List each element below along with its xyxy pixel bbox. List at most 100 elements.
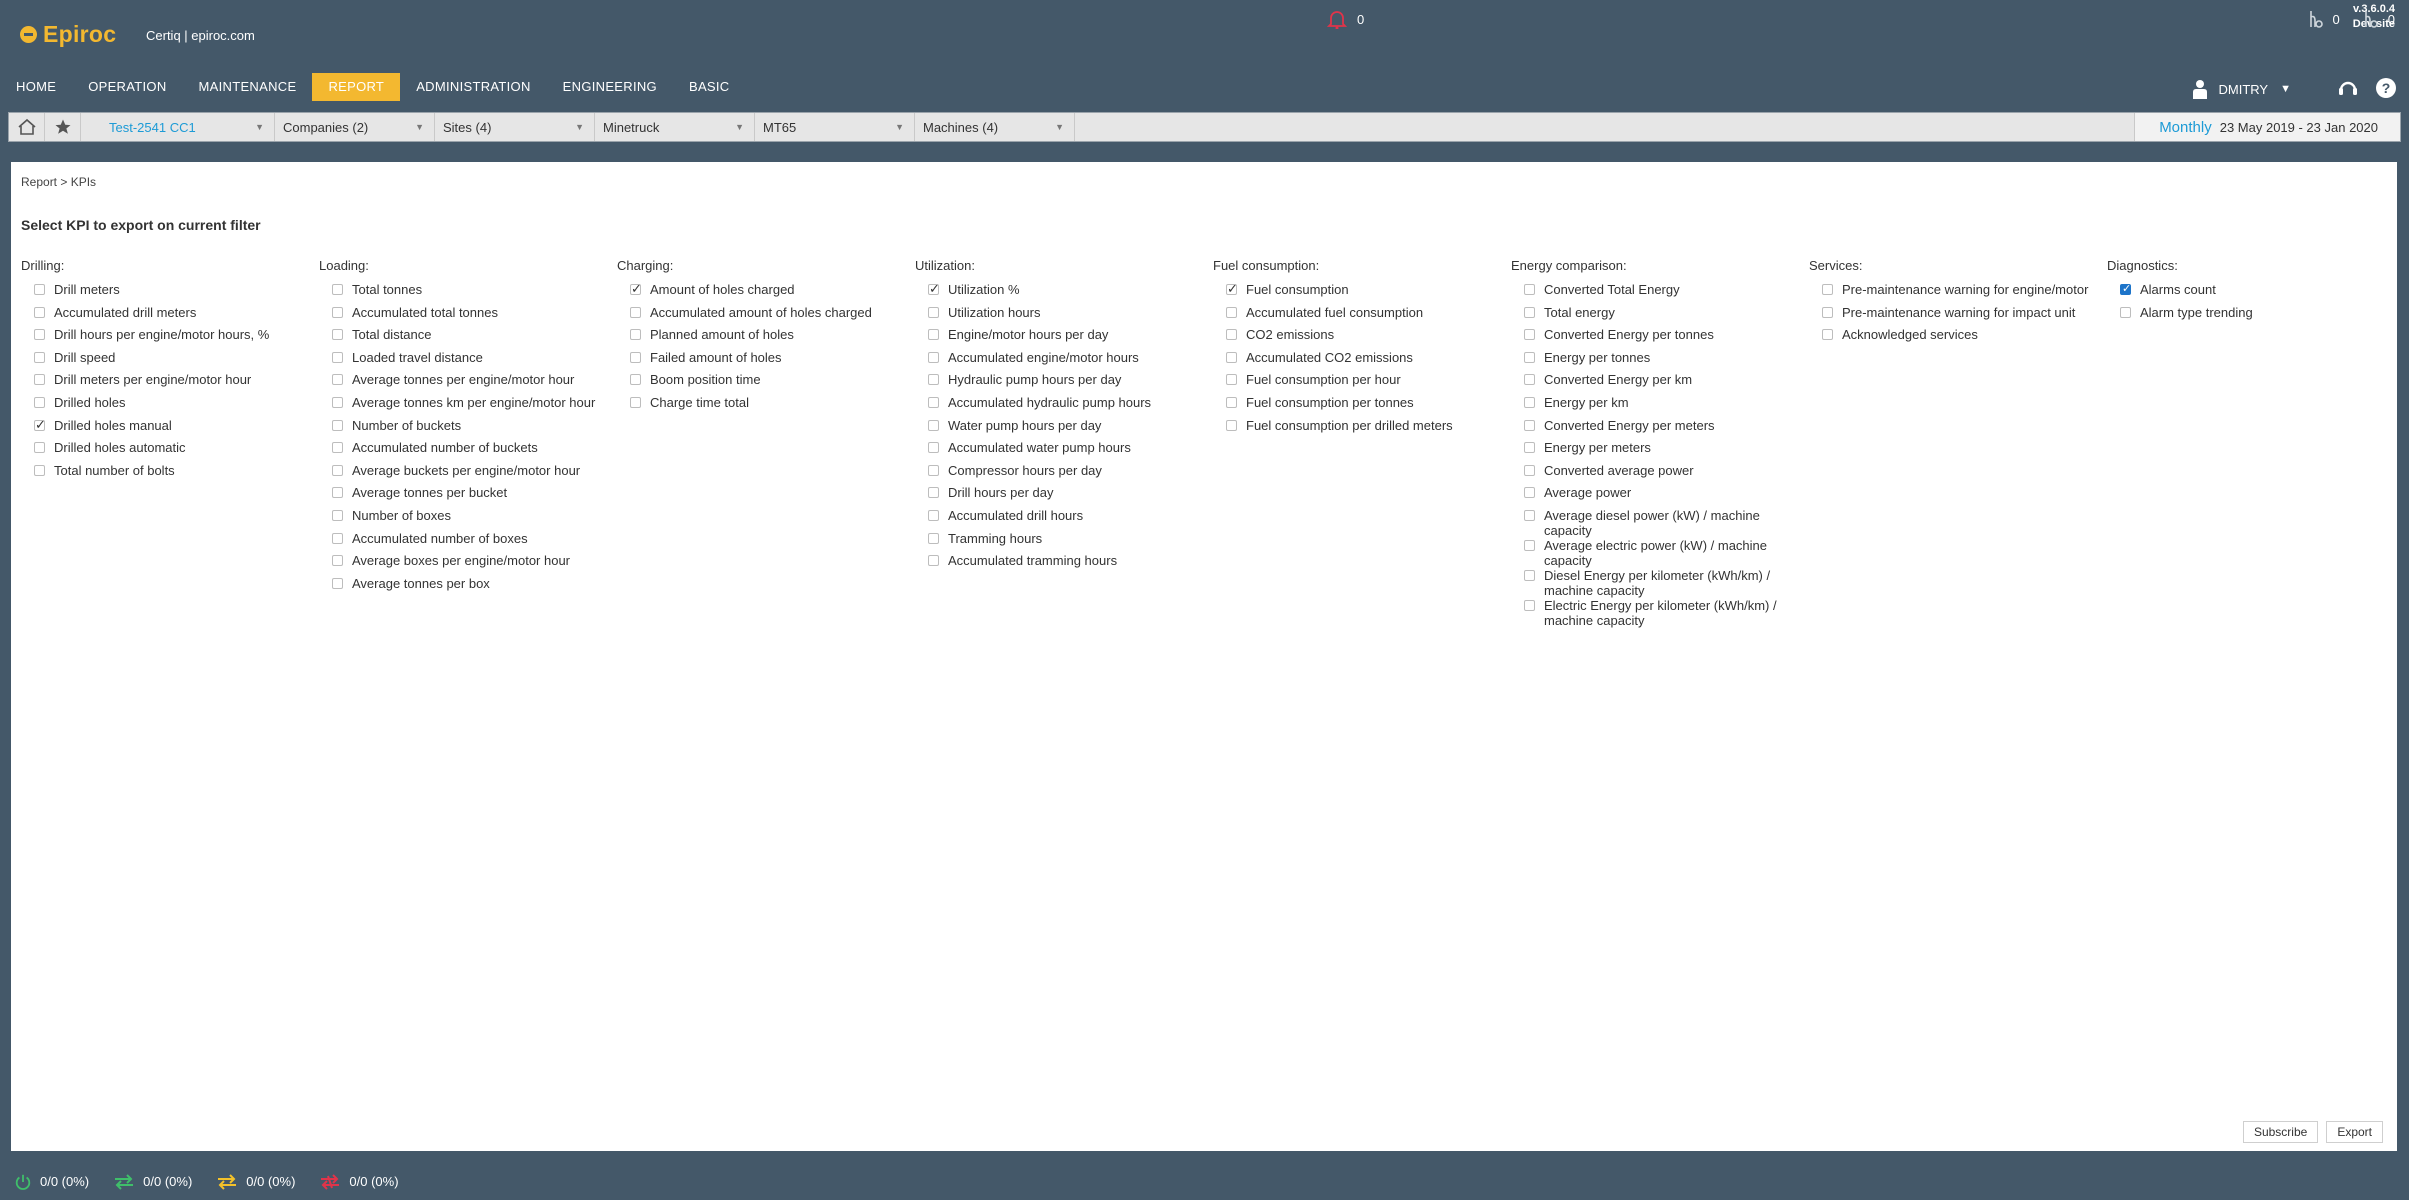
kpi-checkbox-item[interactable]: Amount of holes charged — [617, 281, 915, 305]
checkbox[interactable] — [1524, 351, 1535, 363]
kpi-checkbox-item[interactable]: Fuel consumption per hour — [1213, 372, 1511, 395]
kpi-checkbox-item[interactable]: Converted average power — [1511, 463, 1809, 486]
support-icon[interactable] — [2337, 77, 2359, 99]
filter-select-model[interactable]: MT65 ▼ — [755, 113, 915, 141]
kpi-checkbox-item[interactable]: Failed amount of holes — [617, 350, 915, 373]
kpi-checkbox-item[interactable]: Tramming hours — [915, 531, 1213, 554]
checkbox[interactable] — [1226, 419, 1237, 431]
kpi-checkbox-item[interactable]: Electric Energy per kilometer (kWh/km) /… — [1511, 598, 1809, 628]
checkbox[interactable] — [928, 509, 939, 521]
checkbox[interactable] — [332, 374, 343, 386]
kpi-checkbox-item[interactable]: Pre-maintenance warning for impact unit — [1809, 305, 2107, 328]
checkbox[interactable] — [928, 419, 939, 431]
kpi-checkbox-item[interactable]: Accumulated number of buckets — [319, 440, 617, 463]
kpi-checkbox-item[interactable]: Converted Energy per tonnes — [1511, 327, 1809, 350]
kpi-checkbox-item[interactable]: Alarms count — [2107, 282, 2405, 305]
kpi-checkbox-item[interactable]: Drill hours per day — [915, 485, 1213, 508]
checkbox[interactable] — [1524, 396, 1535, 408]
kpi-checkbox-item[interactable]: Loaded travel distance — [319, 350, 617, 373]
kpi-checkbox-item[interactable]: Total distance — [319, 327, 617, 350]
filter-select-test[interactable]: Test-2541 CC1 ▼ — [81, 113, 275, 141]
checkbox[interactable] — [928, 374, 939, 386]
kpi-checkbox-item[interactable]: Accumulated drill meters — [21, 305, 319, 328]
kpi-checkbox-item[interactable]: Boom position time — [617, 372, 915, 395]
checkbox[interactable] — [630, 374, 641, 386]
checkbox[interactable] — [1524, 509, 1535, 521]
kpi-checkbox-item[interactable]: Hydraulic pump hours per day — [915, 372, 1213, 395]
home-button[interactable] — [9, 113, 45, 141]
checkbox[interactable] — [1226, 351, 1237, 363]
checkbox[interactable] — [34, 396, 45, 408]
checkbox[interactable] — [1524, 539, 1535, 551]
checkbox[interactable] — [332, 419, 343, 431]
checkbox[interactable] — [928, 351, 939, 363]
checkbox[interactable] — [332, 329, 343, 341]
checkbox[interactable] — [928, 329, 939, 341]
checkbox[interactable] — [630, 351, 641, 363]
checkbox[interactable] — [332, 464, 343, 476]
kpi-checkbox-item[interactable]: Converted Energy per meters — [1511, 418, 1809, 441]
kpi-checkbox-item[interactable]: Average boxes per engine/motor hour — [319, 553, 617, 576]
checkbox[interactable] — [1524, 442, 1535, 454]
kpi-checkbox-item[interactable]: Average tonnes per engine/motor hour — [319, 372, 617, 395]
checkbox[interactable] — [630, 306, 641, 318]
checkbox[interactable] — [1524, 284, 1535, 295]
kpi-checkbox-item[interactable]: Pre-maintenance warning for engine/motor — [1809, 282, 2107, 305]
checkbox[interactable] — [332, 351, 343, 363]
checkbox[interactable] — [34, 464, 45, 476]
status-powered[interactable]: 0/0 (0%) — [14, 1173, 89, 1191]
checkbox[interactable] — [332, 532, 343, 544]
kpi-checkbox-item[interactable]: Water pump hours per day — [915, 418, 1213, 441]
checkbox[interactable] — [1524, 487, 1535, 499]
user-menu[interactable]: DMITRY ▼ — [2192, 79, 2291, 99]
date-range-picker[interactable]: Monthly 23 May 2019 - 23 Jan 2020 — [2134, 113, 2400, 141]
checkbox[interactable] — [34, 284, 45, 295]
kpi-checkbox-item[interactable]: Planned amount of holes — [617, 327, 915, 350]
kpi-checkbox-item[interactable]: CO2 emissions — [1213, 327, 1511, 350]
kpi-checkbox-item[interactable]: Accumulated number of boxes — [319, 531, 617, 554]
favorites-button[interactable] — [45, 113, 81, 141]
checkbox[interactable] — [928, 442, 939, 454]
kpi-checkbox-item[interactable]: Average electric power (kW) / machine ca… — [1511, 538, 1809, 568]
checkbox[interactable] — [928, 532, 939, 544]
status-delayed[interactable]: 0/0 (0%) — [216, 1173, 295, 1190]
checkbox[interactable] — [1524, 419, 1535, 431]
checkbox[interactable] — [332, 442, 343, 454]
checkbox[interactable] — [332, 577, 343, 589]
checkbox[interactable] — [1524, 599, 1535, 611]
checkbox[interactable] — [2120, 306, 2131, 318]
checkbox[interactable] — [332, 306, 343, 318]
epiroc-logo[interactable]: Epiroc — [20, 21, 116, 48]
checkbox[interactable] — [332, 284, 343, 295]
kpi-checkbox-item[interactable]: Accumulated fuel consumption — [1213, 305, 1511, 328]
kpi-checkbox-item[interactable]: Converted Total Energy — [1511, 282, 1809, 305]
kpi-checkbox-item[interactable]: Average buckets per engine/motor hour — [319, 463, 617, 486]
kpi-checkbox-item[interactable]: Total tonnes — [319, 282, 617, 305]
kpi-checkbox-item[interactable]: Accumulated engine/motor hours — [915, 350, 1213, 373]
kpi-checkbox-item[interactable]: Average power — [1511, 485, 1809, 508]
filter-select-machine-type[interactable]: Minetruck ▼ — [595, 113, 755, 141]
checkbox[interactable] — [630, 396, 641, 408]
checkbox[interactable] — [1822, 329, 1833, 341]
checkbox[interactable] — [1822, 306, 1833, 318]
status-connected[interactable]: 0/0 (0%) — [113, 1173, 192, 1190]
checkbox-checked[interactable] — [34, 417, 46, 432]
kpi-checkbox-item[interactable]: Average tonnes per bucket — [319, 485, 617, 508]
help-icon[interactable]: ? — [2375, 77, 2397, 99]
kpi-checkbox-item[interactable]: Fuel consumption — [1213, 281, 1511, 305]
kpi-checkbox-item[interactable]: Average tonnes per box — [319, 576, 617, 599]
checkbox[interactable] — [1524, 374, 1535, 386]
checkbox[interactable] — [630, 329, 641, 341]
kpi-checkbox-item[interactable]: Average tonnes km per engine/motor hour — [319, 395, 617, 418]
nav-administration[interactable]: ADMINISTRATION — [400, 73, 546, 101]
nav-maintenance[interactable]: MAINTENANCE — [183, 73, 313, 101]
alarm-notifications[interactable]: 0 — [1327, 9, 1364, 29]
kpi-checkbox-item[interactable]: Accumulated CO2 emissions — [1213, 350, 1511, 373]
checkbox[interactable] — [34, 374, 45, 386]
kpi-checkbox-item[interactable]: Utilization hours — [915, 305, 1213, 328]
checkbox[interactable] — [1226, 306, 1237, 318]
kpi-checkbox-item[interactable]: Drill speed — [21, 350, 319, 373]
checkbox[interactable] — [34, 351, 45, 363]
kpi-checkbox-item[interactable]: Total number of bolts — [21, 463, 319, 486]
kpi-checkbox-item[interactable]: Accumulated water pump hours — [915, 440, 1213, 463]
